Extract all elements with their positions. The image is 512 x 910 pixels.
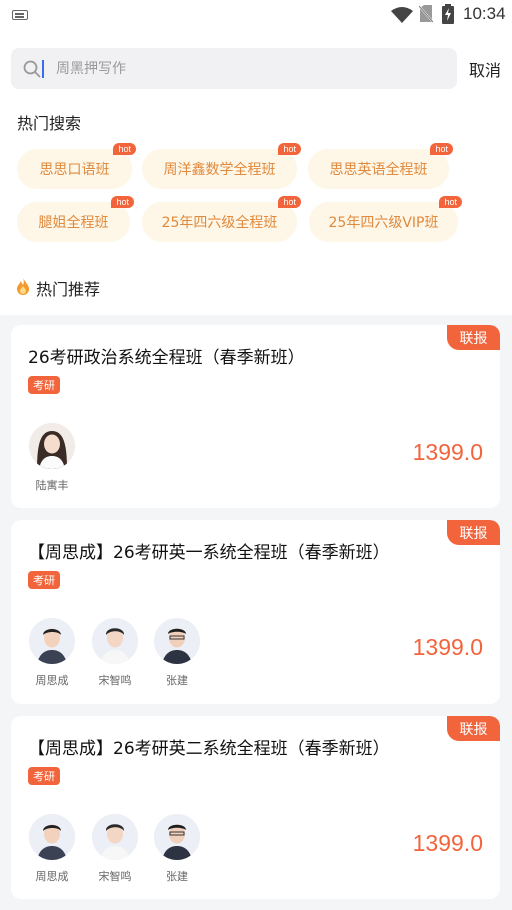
search-icon xyxy=(23,60,41,78)
joint-enroll-badge: 联报 xyxy=(447,325,500,350)
teacher[interactable]: 周思成 xyxy=(28,618,88,688)
teacher[interactable]: 张建 xyxy=(153,618,213,688)
course-title: 26考研政治系统全程班（春季新班） xyxy=(28,348,305,368)
teacher-name: 周思成 xyxy=(35,674,69,687)
teacher-avatar xyxy=(92,814,138,860)
wifi-icon xyxy=(391,7,413,23)
chip-label: 思思英语全程班 xyxy=(329,162,428,178)
search-box[interactable] xyxy=(11,48,457,89)
teacher[interactable]: 宋智鸣 xyxy=(91,618,151,688)
status-time: 10:34 xyxy=(463,4,506,23)
category-tag: 考研 xyxy=(28,767,60,785)
teacher-name: 周思成 xyxy=(35,870,69,883)
teacher-avatar xyxy=(29,618,75,664)
keyboard-icon xyxy=(12,10,28,20)
recommend-title: 热门推荐 xyxy=(36,280,101,299)
hot-search-chip[interactable]: 周洋鑫数学全程班 hot xyxy=(142,143,301,189)
cancel-button[interactable]: 取消 xyxy=(469,57,501,81)
hot-search-chip[interactable]: 思思英语全程班 hot xyxy=(308,143,453,189)
teacher-name: 陆寓丰 xyxy=(35,479,69,492)
course-price: 1399.0 xyxy=(412,439,483,465)
teacher[interactable]: 张建 xyxy=(153,814,213,884)
chip-label: 25年四六级VIP班 xyxy=(328,215,439,231)
course-card[interactable]: 联报 【周思成】26考研英一系统全程班（春季新班） 考研 周思成 宋智鸣 张建 … xyxy=(11,520,500,704)
course-price: 1399.0 xyxy=(412,830,483,856)
battery-charging-icon xyxy=(442,4,454,24)
joint-enroll-badge: 联报 xyxy=(447,520,500,545)
chip-label: 腿姐全程班 xyxy=(38,215,109,231)
flame-icon xyxy=(17,278,29,295)
category-tag: 考研 xyxy=(28,376,60,394)
hot-search-title: 热门搜索 xyxy=(17,114,82,133)
teacher-name: 宋智鸣 xyxy=(98,870,132,883)
hot-badge: hot xyxy=(113,143,136,155)
teacher-avatar xyxy=(29,814,75,860)
hot-search-chip[interactable]: 25年四六级VIP班 hot xyxy=(309,196,462,242)
course-title: 【周思成】26考研英二系统全程班（春季新班） xyxy=(28,739,390,759)
course-card[interactable]: 联报 【周思成】26考研英二系统全程班（春季新班） 考研 周思成 宋智鸣 张建 … xyxy=(11,716,500,899)
course-title: 【周思成】26考研英一系统全程班（春季新班） xyxy=(28,543,390,563)
teacher-avatar xyxy=(29,423,75,469)
chip-label: 25年四六级全程班 xyxy=(161,215,278,231)
teacher-name: 张建 xyxy=(166,674,188,687)
teacher-avatar xyxy=(92,618,138,664)
teacher-name: 张建 xyxy=(166,870,188,883)
no-sim-icon xyxy=(419,5,433,23)
chip-label: 周洋鑫数学全程班 xyxy=(163,162,276,178)
teacher[interactable]: 陆寓丰 xyxy=(28,423,88,493)
status-bar: 10:34 xyxy=(0,0,512,30)
hot-search-chip[interactable]: 腿姐全程班 hot xyxy=(17,196,134,242)
teacher-avatar xyxy=(154,618,200,664)
hot-search-chip[interactable]: 25年四六级全程班 hot xyxy=(142,196,301,242)
teacher-avatar xyxy=(154,814,200,860)
text-cursor xyxy=(42,60,44,78)
chip-label: 思思口语班 xyxy=(39,162,110,178)
hot-badge: hot xyxy=(278,196,301,208)
search-input[interactable] xyxy=(56,48,436,89)
category-tag: 考研 xyxy=(28,571,60,589)
joint-enroll-badge: 联报 xyxy=(447,716,500,741)
hot-search-chip[interactable]: 思思口语班 hot xyxy=(17,143,136,189)
teacher[interactable]: 宋智鸣 xyxy=(91,814,151,884)
hot-badge: hot xyxy=(111,196,134,208)
hot-badge: hot xyxy=(430,143,453,155)
teacher[interactable]: 周思成 xyxy=(28,814,88,884)
teacher-name: 宋智鸣 xyxy=(98,674,132,687)
hot-badge: hot xyxy=(278,143,301,155)
course-card[interactable]: 联报 26考研政治系统全程班（春季新班） 考研 陆寓丰 1399.0 xyxy=(11,325,500,508)
hot-badge: hot xyxy=(439,196,462,208)
course-price: 1399.0 xyxy=(412,634,483,660)
